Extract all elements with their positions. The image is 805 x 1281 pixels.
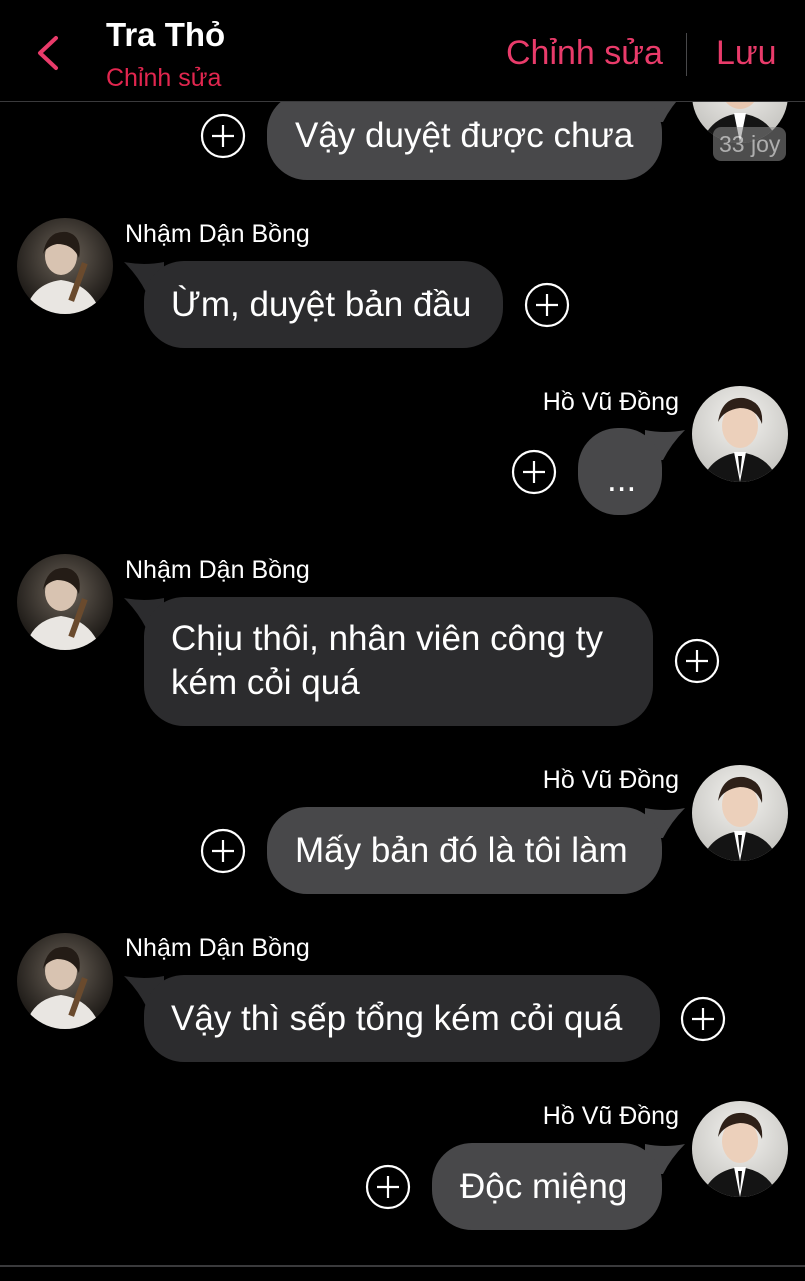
message-text: Mấy bản đó là tôi làm xyxy=(295,831,628,870)
sender-name: Hồ Vũ Đồng xyxy=(542,766,679,794)
sender-name: Hồ Vũ Đồng xyxy=(542,1102,679,1130)
sender-name: Nhậm Dận Bồng xyxy=(125,220,310,248)
message-bubble-outgoing[interactable]: Độc miệng xyxy=(432,1143,662,1230)
avatar-nham-dan-bong[interactable] xyxy=(17,554,113,650)
header-divider xyxy=(686,33,687,76)
message-text: Vậy thì sếp tổng kém cỏi quá xyxy=(171,999,623,1038)
chat-area: 33 joy Vậy duyệt được chưa Nhậm Dận Bồng… xyxy=(0,0,805,1281)
avatar-ho-vu-dong[interactable] xyxy=(692,386,788,482)
add-reaction-button[interactable] xyxy=(511,449,557,495)
message-bubble-incoming[interactable]: Vậy thì sếp tổng kém cỏi quá xyxy=(144,975,660,1062)
message-bubble-incoming[interactable]: Ừm, duyệt bản đầu xyxy=(144,261,503,348)
add-reaction-button[interactable] xyxy=(524,282,570,328)
sender-name: Nhậm Dận Bồng xyxy=(125,556,310,584)
add-reaction-button[interactable] xyxy=(680,996,726,1042)
message-text: ... xyxy=(607,460,637,499)
watermark-badge: 33 joy xyxy=(713,127,787,161)
avatar-nham-dan-bong[interactable] xyxy=(17,933,113,1029)
add-reaction-button[interactable] xyxy=(200,113,246,159)
chevron-left-icon xyxy=(38,36,58,70)
message-text-line: kém cỏi quá xyxy=(171,663,360,702)
save-button[interactable]: Lưu xyxy=(716,34,777,73)
add-reaction-button[interactable] xyxy=(674,638,720,684)
message-text: Ừm, duyệt bản đầu xyxy=(171,285,472,324)
chat-title: Tra Thỏ xyxy=(106,16,226,53)
avatar-ho-vu-dong[interactable] xyxy=(692,765,788,861)
back-button[interactable] xyxy=(26,28,70,78)
add-reaction-button[interactable] xyxy=(365,1164,411,1210)
sender-name: Nhậm Dận Bồng xyxy=(125,934,310,962)
bottom-divider xyxy=(0,1265,805,1267)
message-text: Độc miệng xyxy=(460,1167,628,1206)
message-bubble-incoming[interactable]: Chịu thôi, nhân viên công ty kém cỏi quá xyxy=(144,597,653,726)
message-bubble-outgoing[interactable]: Mấy bản đó là tôi làm xyxy=(267,807,662,894)
add-reaction-button[interactable] xyxy=(200,828,246,874)
sender-name: Hồ Vũ Đồng xyxy=(542,388,679,416)
message-bubble-outgoing[interactable]: ... xyxy=(578,428,662,515)
chat-subtitle: Chỉnh sửa xyxy=(106,64,222,92)
avatar-ho-vu-dong[interactable] xyxy=(692,1101,788,1197)
message-text: Vậy duyệt được chưa xyxy=(295,116,634,155)
top-nav-bar: Tra Thỏ Chỉnh sửa Chỉnh sửa Lưu xyxy=(0,0,805,102)
message-bubble-outgoing[interactable]: Vậy duyệt được chưa xyxy=(267,92,662,180)
message-text-line: Chịu thôi, nhân viên công ty xyxy=(171,619,603,658)
avatar-nham-dan-bong[interactable] xyxy=(17,218,113,314)
edit-button[interactable]: Chỉnh sửa xyxy=(506,34,663,73)
